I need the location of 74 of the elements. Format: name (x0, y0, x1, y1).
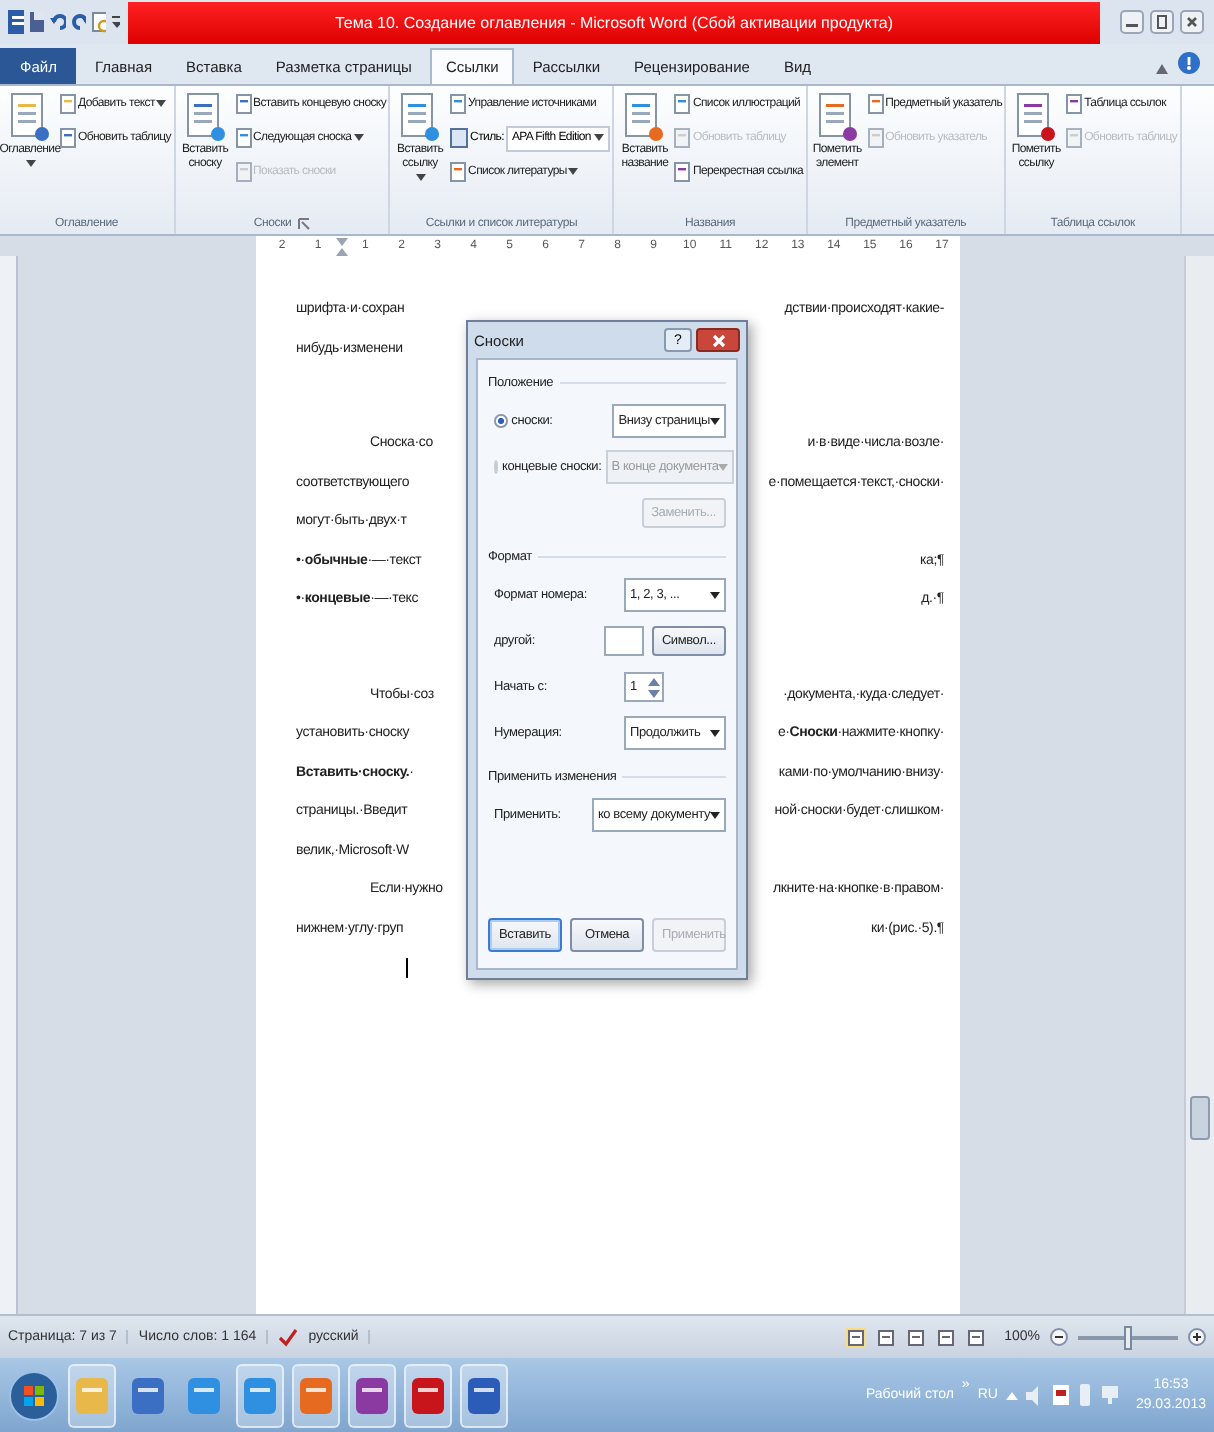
undo-icon[interactable] (50, 12, 66, 32)
document-icon (450, 94, 467, 114)
caret-icon (25, 159, 35, 168)
document-icon (235, 162, 252, 182)
text-cursor (406, 958, 408, 978)
word-logo-icon[interactable] (8, 10, 25, 34)
indent-marker-icon[interactable] (336, 237, 348, 255)
radio-button[interactable] (494, 414, 508, 428)
redo-icon[interactable] (71, 12, 86, 32)
document-icon (867, 94, 884, 114)
symbol-input[interactable] (603, 626, 644, 656)
taskbar-button[interactable] (404, 1363, 452, 1427)
taskbar-button[interactable] (236, 1363, 284, 1427)
view-mode-icon[interactable] (966, 1327, 987, 1347)
taskbar-button[interactable] (348, 1363, 396, 1427)
taskbar-button[interactable] (292, 1363, 340, 1427)
customize-icon[interactable] (111, 12, 120, 32)
taskbar-button[interactable] (460, 1363, 508, 1427)
document-icon (235, 128, 252, 148)
save-icon[interactable] (30, 12, 45, 32)
document-icon (10, 92, 50, 144)
document-icon (867, 128, 884, 148)
spellcheck-icon[interactable] (278, 1327, 299, 1347)
view-mode-icon[interactable] (846, 1327, 867, 1347)
app-icon (298, 1375, 334, 1415)
zoom-in-icon[interactable] (1188, 1328, 1206, 1346)
document-icon (1066, 128, 1083, 148)
restore-icon[interactable] (1150, 10, 1174, 34)
app-icon (354, 1375, 390, 1415)
caret-icon (594, 134, 605, 142)
zoom-out-icon[interactable] (1050, 1328, 1068, 1346)
document-icon (185, 92, 226, 144)
dialog-launcher-icon[interactable] (297, 217, 310, 229)
app-icon (410, 1375, 446, 1415)
close-icon[interactable] (1180, 10, 1204, 34)
app-icon (130, 1375, 166, 1415)
caret-icon (568, 168, 579, 176)
document-icon (400, 92, 441, 144)
caret-icon (415, 173, 426, 182)
document-icon (817, 92, 858, 144)
app-icon (186, 1375, 222, 1415)
caret-icon (710, 729, 720, 737)
view-mode-icon[interactable] (876, 1327, 897, 1347)
document-icon (60, 94, 76, 114)
print-preview-icon[interactable] (91, 11, 106, 33)
caret-icon (353, 134, 364, 142)
view-mode-icon[interactable] (936, 1327, 957, 1347)
document-icon (60, 128, 76, 148)
view-mode-icon[interactable] (906, 1327, 927, 1347)
document-icon (674, 94, 691, 114)
document-icon (624, 92, 665, 144)
caret-icon (710, 417, 720, 425)
document-icon (674, 128, 691, 148)
caret-icon (710, 811, 720, 819)
app-icon (74, 1375, 110, 1415)
document-icon (1016, 92, 1057, 144)
close-button[interactable] (696, 328, 740, 352)
start-button-icon[interactable] (8, 1369, 60, 1421)
document-icon (674, 162, 691, 182)
document-icon (1066, 94, 1083, 114)
spin-arrows-icon[interactable] (648, 675, 660, 699)
caret-icon (710, 591, 720, 599)
caret-icon (718, 463, 729, 471)
app-icon (466, 1375, 502, 1415)
app-icon (242, 1375, 278, 1415)
window-title: Тема 10. Создание оглавления - Microsoft Word (Сбой активации продукта) (334, 13, 894, 31)
document-icon (450, 162, 467, 182)
vertical-scrollbar[interactable] (1184, 256, 1214, 1314)
document-icon[interactable] (1051, 1384, 1070, 1406)
document-icon (235, 94, 252, 114)
caret-icon (156, 100, 167, 108)
collapse-ribbon-icon[interactable] (1156, 64, 1168, 74)
minimize-icon[interactable] (1120, 10, 1144, 34)
close-icon (711, 333, 725, 347)
